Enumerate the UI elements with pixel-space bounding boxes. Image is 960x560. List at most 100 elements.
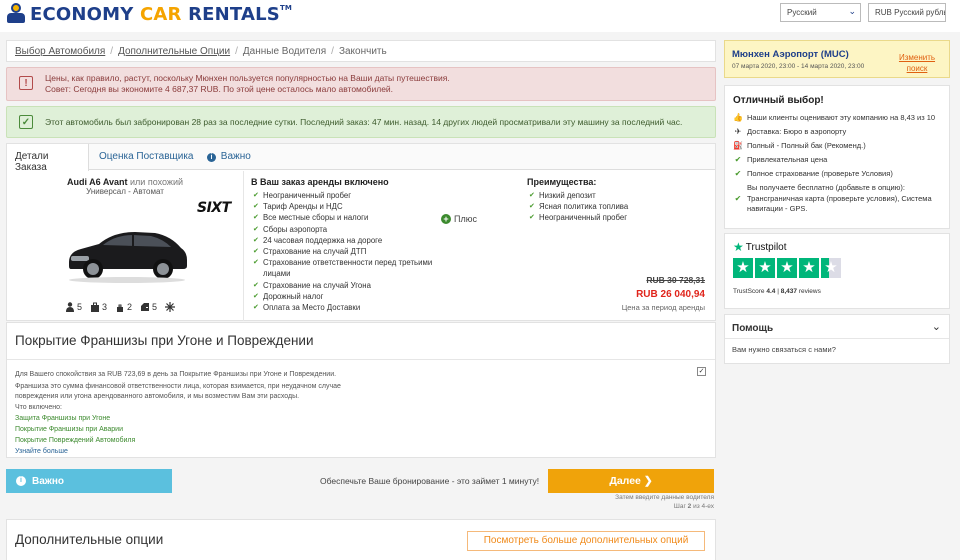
breadcrumb: Выбор Автомобиля / Дополнительные Опции / Да… bbox=[6, 40, 716, 62]
half-star-icon: ★ bbox=[821, 258, 841, 278]
star-icon: ★ bbox=[755, 258, 775, 278]
thumbs-up-icon: 👍 bbox=[733, 113, 743, 122]
fuel-pump-icon: ⛽ bbox=[733, 141, 743, 150]
next-hint: Затем введите данные водителя bbox=[615, 494, 714, 501]
action-bar: i Важно Обеспечьте Ваше бронирование - э… bbox=[6, 464, 716, 514]
franchise-link-theft[interactable]: Защита Франшизы при Угоне bbox=[15, 413, 135, 424]
chevron-down-icon: ⌄ bbox=[848, 6, 856, 16]
plus-label: + Плюс bbox=[441, 214, 477, 224]
pickup-location: Мюнхен Аэропорт (MUC) bbox=[732, 49, 849, 60]
sixt-logo: SIXT bbox=[197, 200, 231, 216]
price-period-label: Цена за период аренды bbox=[621, 303, 705, 312]
included-item: Неограниченный пробег bbox=[253, 190, 435, 201]
included-item: Страхование на случай Угона bbox=[253, 280, 435, 291]
important-button[interactable]: i Важно bbox=[6, 469, 172, 493]
car-type: Универсал - Автомат bbox=[86, 187, 164, 196]
language-select[interactable]: Русский ⌄ bbox=[780, 3, 861, 22]
snowflake-icon bbox=[165, 302, 176, 312]
included-item: Сборы аэропорта bbox=[253, 224, 435, 235]
choice-row: 👍 Наши клиенты оценивают эту компанию на … bbox=[733, 113, 936, 122]
check-icon: ✔ bbox=[734, 169, 742, 178]
chevron-down-icon[interactable]: ⌄ bbox=[932, 320, 941, 333]
included-item: 24 часовая поддержка на дороге bbox=[253, 235, 435, 246]
franchise-links: Защита Франшизы при Угоне Покрытие Франш… bbox=[15, 413, 135, 457]
included-item: Страхование ответственности перед третьи… bbox=[253, 257, 435, 279]
tab-supplier-rating[interactable]: Оценка Поставщика bbox=[91, 144, 201, 170]
person-icon bbox=[66, 302, 74, 312]
order-details-card: Детали Заказа Оценка Поставщика i Важно … bbox=[6, 143, 716, 321]
breadcrumb-step-car[interactable]: Выбор Автомобиля bbox=[15, 46, 105, 57]
alert-exclamation-icon: ! bbox=[19, 76, 33, 90]
plus-circle-icon: + bbox=[441, 214, 451, 224]
currency-select[interactable]: RUB Русский рубль bbox=[868, 3, 946, 22]
next-button[interactable]: Далее ❯ bbox=[548, 469, 714, 493]
small-bag-icon bbox=[117, 304, 124, 312]
currency-value: RUB Русский рубль bbox=[875, 8, 946, 17]
seats-spec: 5 bbox=[65, 302, 82, 312]
star-icon: ★ bbox=[733, 240, 744, 254]
breadcrumb-step-driver: Данные Водителя bbox=[242, 46, 327, 57]
included-item: Дорожный налог bbox=[253, 291, 435, 302]
rental-dates: 07 марта 2020, 23:00 - 14 марта 2020, 23… bbox=[732, 63, 865, 70]
extra-options-title: Дополнительные опции bbox=[15, 532, 164, 547]
order-tabs: Детали Заказа Оценка Поставщика i Важно bbox=[7, 144, 715, 173]
advantage-item: Неограниченный пробег bbox=[529, 212, 628, 223]
price-warning-alert: ! Цены, как правило, растут, поскольку М… bbox=[6, 67, 716, 101]
search-summary-card: Мюнхен Аэропорт (MUC) 07 марта 2020, 23:… bbox=[724, 40, 950, 78]
change-search-link[interactable]: Изменить поиск bbox=[889, 52, 945, 74]
choice-row: ✔ Полное страхование (проверьте Условия) bbox=[734, 169, 893, 178]
trustpilot-stars: ★ ★ ★ ★ ★ bbox=[733, 258, 841, 278]
choice-row: ✔ Трансграничная карта (проверьте условия… bbox=[734, 194, 932, 213]
choice-row: ✔ Привлекательная цена bbox=[734, 155, 828, 164]
secure-booking-text: Обеспечьте Ваше бронирование - это займе… bbox=[320, 476, 540, 486]
language-value: Русский bbox=[787, 8, 817, 17]
learn-more-link[interactable]: Узнайте больше bbox=[15, 446, 135, 457]
small-bags-spec: 2 bbox=[115, 302, 132, 312]
more-options-button[interactable]: Посмотреть больше дополнительных опций bbox=[467, 531, 705, 551]
tab-order-details[interactable]: Детали Заказа bbox=[7, 144, 89, 173]
star-icon: ★ bbox=[799, 258, 819, 278]
breadcrumb-step-options[interactable]: Дополнительные Опции bbox=[118, 46, 230, 57]
info-icon: i bbox=[16, 476, 26, 486]
great-choice-card: Отличный выбор! 👍 Наши клиенты оценивают … bbox=[724, 85, 950, 229]
great-choice-title: Отличный выбор! bbox=[733, 95, 824, 106]
chevron-right-icon: ❯ bbox=[643, 475, 653, 487]
franchise-title: Покрытие Франшизы при Угоне и Повреждени… bbox=[15, 333, 314, 348]
star-icon: ★ bbox=[733, 258, 753, 278]
car-specs: 5 3 2 5 bbox=[65, 302, 176, 312]
franchise-coverage-card: Покрытие Франшизы при Угоне и Повреждени… bbox=[6, 322, 716, 458]
extra-options-card: Дополнительные опции Посмотреть больше д… bbox=[6, 519, 716, 560]
breadcrumb-step-finish: Закончить bbox=[338, 46, 387, 57]
help-card: Помощь ⌄ Вам нужно связаться с нами? bbox=[724, 314, 950, 364]
choice-row: Вы получаете бесплатно (добавьте в опцию… bbox=[747, 183, 905, 192]
great-choice-list: 👍 Наши клиенты оценивают эту компанию на … bbox=[733, 113, 945, 218]
advantage-item: Низкий депозит bbox=[529, 190, 628, 201]
car-image bbox=[69, 232, 187, 283]
advantage-item: Ясная политика топлива bbox=[529, 201, 628, 212]
included-item: Оплата за Место Доставки bbox=[253, 302, 435, 313]
airplane-icon: ✈ bbox=[734, 127, 742, 136]
current-price: RUB 26 040,94 bbox=[636, 289, 705, 300]
franchise-link-damage[interactable]: Покрытие Повреждений Автомобиля bbox=[15, 435, 135, 446]
help-question[interactable]: Вам нужно связаться с нами? bbox=[732, 345, 836, 354]
site-header: ECONOMY CAR RENTALSTM Русский ⌄ RUB Русс… bbox=[0, 0, 960, 32]
check-icon: ✔ bbox=[734, 194, 742, 203]
franchise-checkbox[interactable]: ✓ bbox=[697, 367, 706, 376]
booking-popularity-alert: ✓ Этот автомобиль был забронирован 28 ра… bbox=[6, 106, 716, 138]
tab-important[interactable]: i Важно bbox=[199, 144, 259, 170]
franchise-description: Для Вашего спокойствия за RUB 723,69 в д… bbox=[15, 371, 341, 411]
check-icon: ✓ bbox=[19, 115, 33, 129]
alert-text-line1: Цены, как правило, растут, поскольку Мюн… bbox=[45, 73, 450, 83]
check-icon: ✔ bbox=[734, 155, 742, 164]
choice-row: ⛽ Полный - Полный бак (Рекоменд.) bbox=[733, 141, 866, 150]
franchise-link-accident[interactable]: Покрытие Франшизы при Аварии bbox=[15, 424, 135, 435]
car-door-icon bbox=[141, 303, 150, 311]
trustpilot-card[interactable]: ★ Trustpilot ★ ★ ★ ★ ★ TrustScore 4.4 | 8… bbox=[724, 233, 950, 309]
included-item: Тариф Аренды и НДС bbox=[253, 201, 435, 212]
logo-text: ECONOMY CAR RENTALSTM bbox=[30, 3, 293, 25]
step-indicator: Шаг 2 из 4-ех bbox=[673, 503, 714, 510]
economy-car-rentals-logo[interactable]: ECONOMY CAR RENTALSTM bbox=[6, 3, 292, 25]
car-title: Audi A6 Avant или похожий bbox=[67, 177, 183, 187]
included-item: Все местные сборы и налоги bbox=[253, 212, 435, 223]
included-title: В Ваш заказ аренды включено bbox=[251, 177, 389, 187]
